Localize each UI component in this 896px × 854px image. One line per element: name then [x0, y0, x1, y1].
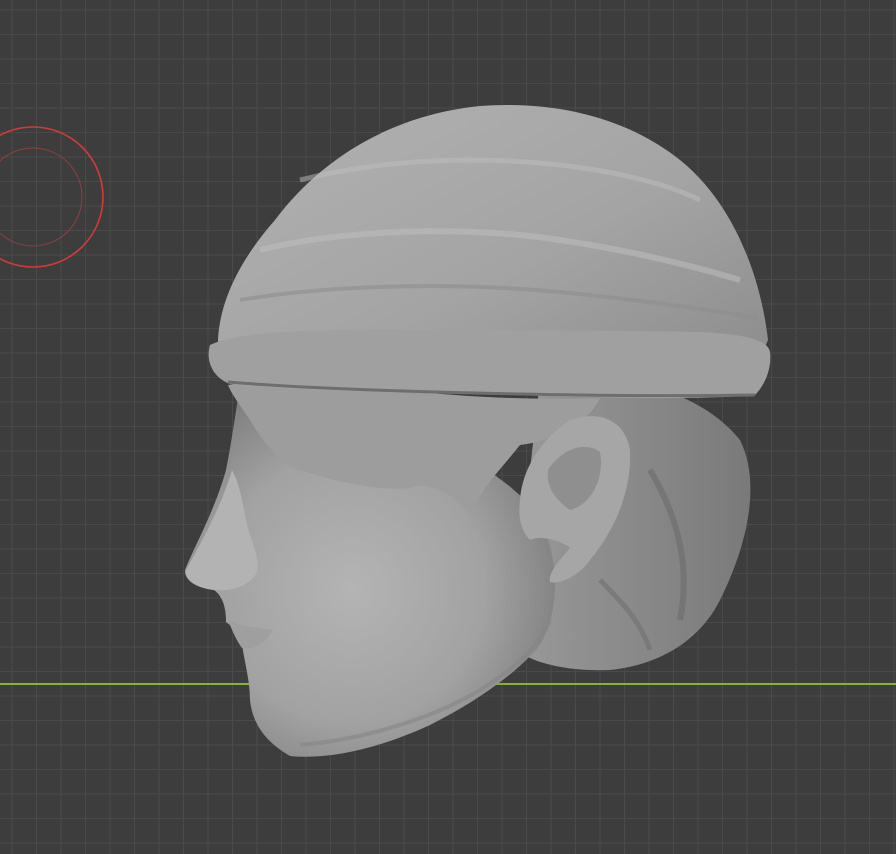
viewport-canvas[interactable] [0, 0, 896, 854]
3d-viewport[interactable] [0, 0, 896, 854]
